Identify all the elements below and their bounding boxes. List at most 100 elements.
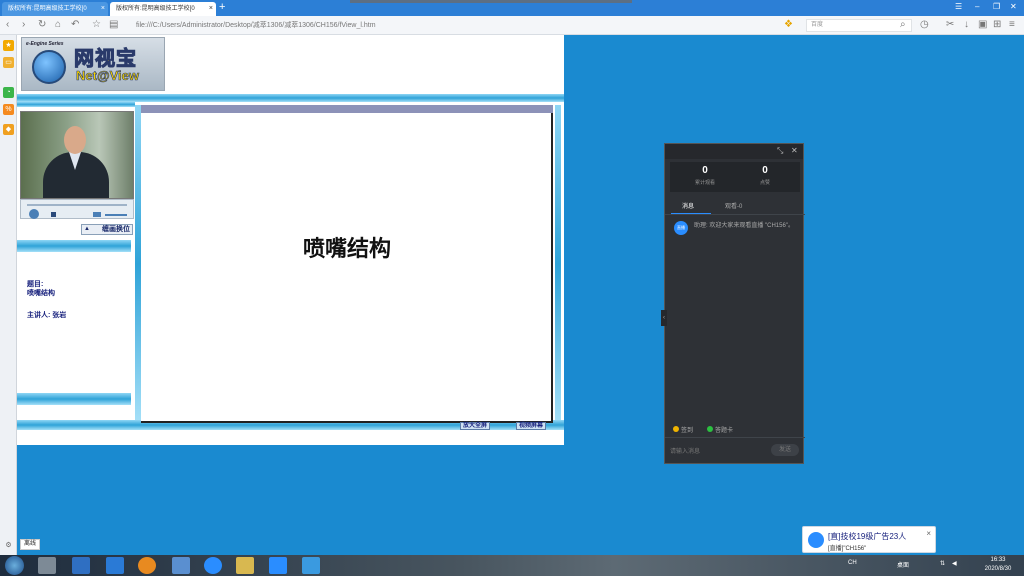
tab-messages[interactable]: 消息 — [682, 201, 694, 210]
topic-value: 喷嘴结构 — [27, 290, 55, 297]
speaker-icon[interactable]: ◀ — [952, 560, 957, 567]
address-bar: ‹ › ↻ ⌂ ↶ ☆ ▤ file:///C:/Users/Administr… — [0, 16, 1024, 35]
close-window-icon[interactable]: ✕ — [1010, 2, 1017, 11]
avatar: 直播 — [674, 221, 688, 235]
taskbar: CH 桌面 ⇅ ◀ 16:33 2020/8/30 — [0, 555, 1024, 576]
taskbar-app-bird-icon[interactable] — [172, 557, 190, 574]
taskbar-app-folder-icon[interactable] — [236, 557, 254, 574]
seek-bar[interactable] — [27, 204, 127, 206]
volume-icon[interactable] — [93, 212, 101, 217]
webpage: e-Engine Series 网视宝 Net@View 缠画换位 题目: 喷嘴… — [17, 35, 564, 445]
taskbar-app-live-icon[interactable] — [269, 557, 287, 574]
video-screen-button[interactable]: 视频屏幕 — [516, 422, 547, 430]
restore-icon[interactable]: ❐ — [993, 2, 1000, 11]
search-icon[interactable]: ⌕ — [900, 19, 906, 31]
browser-tab-active[interactable]: 版权所有:昆明高级技工学校[0 × — [110, 2, 216, 16]
url-field[interactable]: file:///C:/Users/Administrator/Desktop/减… — [136, 20, 376, 30]
more-icon[interactable]: ≡ — [1009, 19, 1015, 31]
tab-label: 版权所有:昆明高级技工学校[0 — [8, 6, 87, 12]
taskbar-app-media-icon[interactable] — [106, 557, 124, 574]
chat-input[interactable]: 请输入消息 — [670, 446, 700, 455]
live-chat-panel: ⤡ ✕ 0 累计观看 0 点赞 消息 观看-0 直播 助理: 欢迎大家来观看直播… — [661, 143, 805, 464]
notification-toast[interactable]: [直]技校19级广告23人 [直播]"CH156" × — [802, 526, 936, 553]
left-band-3 — [17, 393, 131, 405]
notes-icon[interactable]: ▭ — [3, 57, 14, 68]
chat-message: 助理: 欢迎大家来观看直播 "CH156"。 — [694, 223, 794, 229]
download-icon[interactable]: ↓ — [964, 19, 969, 31]
status-badge: 离线 — [20, 539, 41, 550]
tab-label: 版权所有:昆明高级技工学校[0 — [116, 6, 195, 12]
history-icon[interactable]: ◷ — [920, 19, 929, 31]
cut-icon[interactable]: ✂ — [946, 19, 954, 31]
answer-card-button[interactable]: 答题卡 — [707, 425, 733, 434]
expand-side-icon[interactable]: ‹ — [661, 310, 667, 326]
taskbar-app-file-icon[interactable] — [38, 557, 56, 574]
slide-area: 喷嘴结构 — [141, 113, 553, 423]
browser-tab[interactable]: 版权所有:昆明高级技工学校[0 × — [2, 2, 108, 16]
taskbar-app-player-icon[interactable] — [138, 557, 156, 574]
logo-name-en: Net@View — [76, 68, 140, 84]
notification-title: [直]技校19级广告23人 — [828, 532, 907, 541]
star-icon[interactable]: ☆ — [92, 19, 101, 31]
close-tab-icon[interactable]: × — [209, 2, 213, 16]
stat-likes-value: 0 — [762, 165, 768, 176]
stat-views-label: 累计观看 — [694, 180, 715, 186]
settings-icon[interactable]: ⚙ — [3, 540, 14, 551]
taskbar-app-video-icon[interactable] — [302, 557, 320, 574]
logo-name-cn: 网视宝 — [74, 48, 137, 71]
new-tab-button[interactable]: + — [219, 1, 225, 14]
video-speaker-head — [64, 126, 86, 154]
close-tab-icon[interactable]: × — [101, 2, 105, 16]
extension-icon[interactable]: ❖ — [784, 19, 793, 31]
network-icon[interactable]: ⇅ — [940, 560, 945, 567]
notification-subtitle: [直播]"CH156" — [828, 546, 867, 552]
search-input[interactable]: 百度 — [806, 19, 912, 32]
drag-handle[interactable] — [350, 0, 632, 3]
app-icon[interactable]: ◆ — [3, 124, 14, 135]
favorites-icon[interactable]: ★ — [3, 40, 14, 51]
home-icon[interactable]: ⌂ — [55, 19, 61, 31]
undo-icon[interactable]: ↶ — [71, 19, 79, 31]
close-panel-icon[interactable]: ✕ — [791, 146, 798, 155]
translate-icon[interactable]: ▣ — [978, 19, 987, 31]
video-player[interactable] — [20, 111, 134, 199]
taskbar-app-browser-icon[interactable] — [204, 557, 222, 574]
logo-series-text: e-Engine Series — [26, 41, 64, 47]
divider — [665, 437, 805, 438]
back-icon[interactable]: ‹ — [6, 19, 9, 31]
refresh-icon[interactable]: ↻ — [38, 19, 46, 31]
menu-icon[interactable]: ☰ — [955, 2, 962, 11]
checkin-button[interactable]: 签到 — [673, 425, 693, 434]
apps-icon[interactable]: ⊞ — [993, 19, 1001, 31]
header-band — [17, 94, 564, 102]
close-notification-icon[interactable]: × — [926, 529, 931, 538]
fullscreen-button[interactable]: 放大全屏 — [460, 422, 491, 430]
clock-date: 2020/8/30 — [984, 566, 1012, 572]
swap-view-button[interactable]: 缠画换位 — [81, 224, 133, 235]
tray-language[interactable]: CH — [848, 560, 857, 566]
tray-desktop-label[interactable]: 桌面 — [897, 560, 909, 569]
minimize-icon[interactable]: – — [975, 2, 979, 11]
tab-viewers[interactable]: 观看-0 — [725, 201, 742, 210]
page-icon[interactable]: ▤ — [109, 19, 118, 31]
link-icon[interactable]: % — [3, 104, 14, 115]
stop-icon[interactable] — [51, 212, 56, 217]
browser-tab-bar: 版权所有:昆明高级技工学校[0 × 版权所有:昆明高级技工学校[0 × + ☰ … — [0, 0, 1024, 16]
clock[interactable]: 16:33 2020/8/30 — [976, 556, 1020, 574]
notification-icon — [808, 532, 824, 548]
speaker-value: 张岩 — [52, 312, 67, 319]
divider — [665, 214, 805, 215]
left-band — [17, 102, 135, 107]
left-band-2 — [17, 240, 131, 252]
chat-icon[interactable]: ◔ — [3, 87, 14, 98]
start-button[interactable] — [5, 556, 24, 575]
send-button[interactable]: 发送 — [771, 444, 799, 456]
speaker-label: 主讲人: — [27, 312, 51, 319]
pause-icon[interactable] — [29, 209, 39, 219]
stat-likes: 0 点赞 — [735, 165, 795, 186]
volume-slider[interactable] — [105, 214, 127, 216]
collapse-icon[interactable]: ⤡ — [777, 146, 783, 156]
forward-icon[interactable]: › — [22, 19, 25, 31]
taskbar-app-list-icon[interactable] — [72, 557, 90, 574]
stats-box: 0 累计观看 0 点赞 — [670, 162, 800, 192]
